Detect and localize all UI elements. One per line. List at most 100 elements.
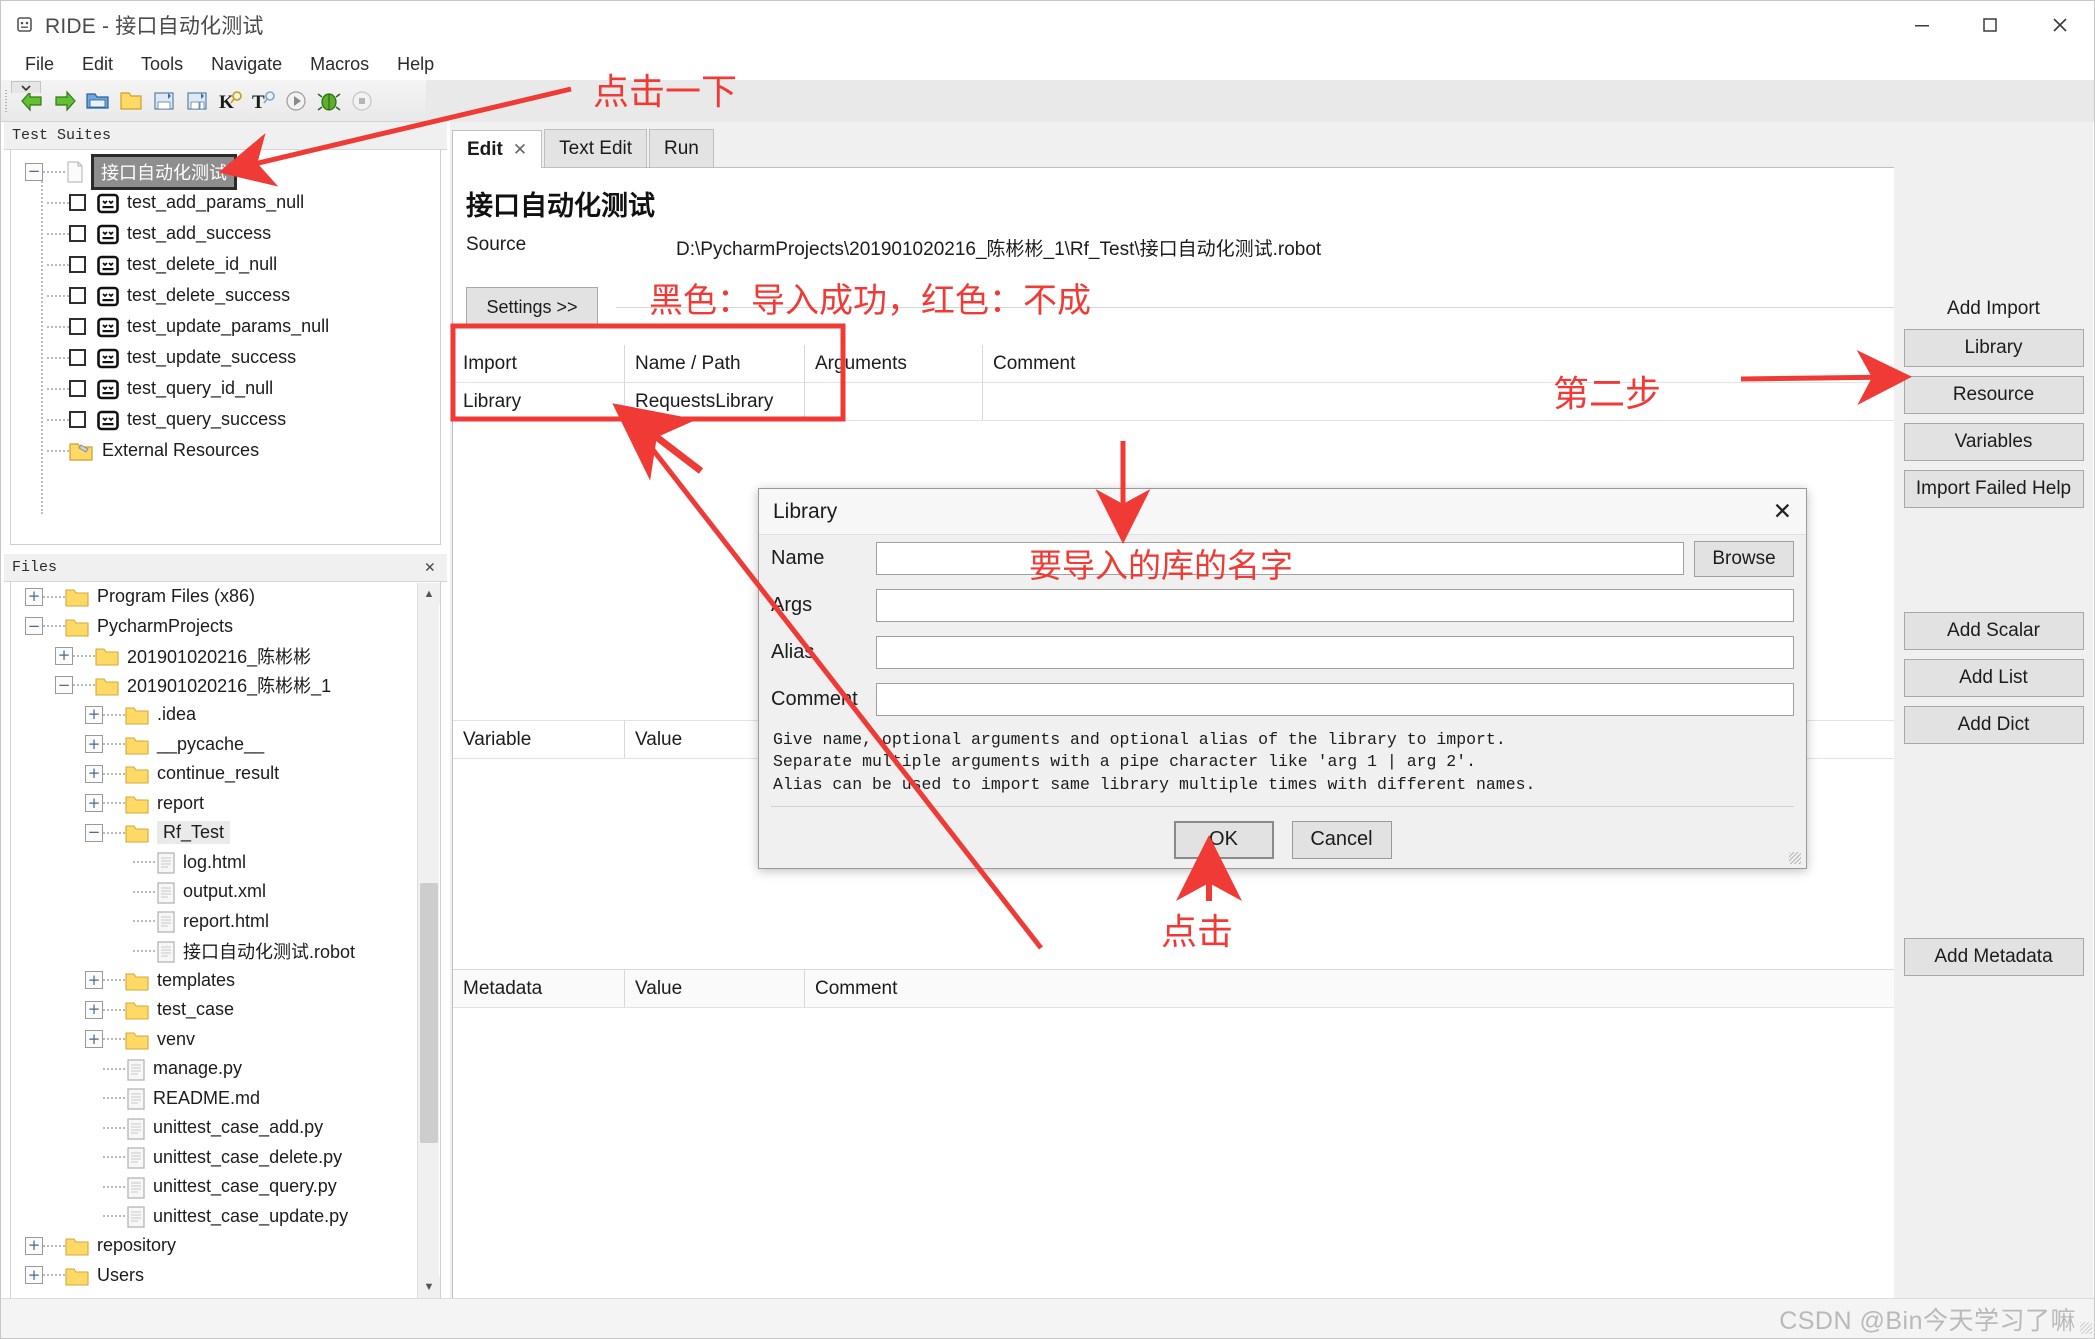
expand-toggle-icon[interactable]: + — [85, 1030, 103, 1049]
file-tree-folder-row[interactable]: + continue_result — [11, 759, 440, 789]
files-panel-close-icon[interactable]: ✕ — [421, 557, 439, 578]
tab-run[interactable]: Run — [649, 129, 714, 167]
cell-import-comment[interactable] — [983, 383, 1283, 420]
file-tree-file-row[interactable]: output.xml — [11, 877, 440, 907]
save-all-icon[interactable] — [180, 82, 213, 120]
tree-item-test-case[interactable]: test_add_params_null — [11, 187, 440, 218]
file-tree-folder-row[interactable]: + repository — [11, 1231, 440, 1261]
tree-item-root-suite[interactable]: − 接口自动化测试 — [11, 153, 440, 190]
file-tree-label[interactable]: .idea — [157, 704, 196, 725]
file-tree-folder-row[interactable]: + report — [11, 789, 440, 819]
tree-item-test-case[interactable]: test_delete_id_null — [11, 249, 440, 280]
stop-icon[interactable] — [345, 82, 378, 120]
file-tree-file-row[interactable]: unittest_case_delete.py — [11, 1143, 440, 1173]
test-case-checkbox[interactable] — [69, 411, 86, 428]
add-list-button[interactable]: Add List — [1903, 659, 2084, 697]
test-case-label[interactable]: test_query_success — [127, 409, 286, 430]
library-args-input[interactable] — [876, 589, 1794, 622]
test-case-label[interactable]: test_add_params_null — [127, 192, 304, 213]
file-tree-label[interactable]: unittest_case_update.py — [153, 1206, 348, 1227]
dialog-resize-grip[interactable] — [1789, 852, 1801, 864]
test-case-checkbox[interactable] — [69, 287, 86, 304]
tree-item-external-resources[interactable]: External Resources — [11, 435, 440, 466]
table-row[interactable]: Library RequestsLibrary — [453, 383, 2091, 421]
file-tree-file-row[interactable]: log.html — [11, 848, 440, 878]
file-tree-label[interactable]: log.html — [183, 852, 246, 873]
file-tree-folder-row[interactable]: + Program Files (x86) — [11, 582, 440, 612]
file-tree-label[interactable]: unittest_case_add.py — [153, 1117, 323, 1138]
toolbar-dropdown-handle[interactable] — [11, 81, 41, 93]
menu-macros[interactable]: Macros — [296, 52, 383, 77]
file-tree-label[interactable]: test_case — [157, 999, 234, 1020]
cell-import-type[interactable]: Library — [453, 383, 625, 420]
cell-import-arguments[interactable] — [805, 383, 983, 420]
test-case-label[interactable]: test_update_params_null — [127, 316, 329, 337]
file-tree-file-row[interactable]: report.html — [11, 907, 440, 937]
file-tree-file-row[interactable]: unittest_case_update.py — [11, 1202, 440, 1232]
scrollbar-thumb[interactable] — [420, 883, 438, 1143]
add-dict-button[interactable]: Add Dict — [1903, 706, 2084, 744]
expand-toggle-icon[interactable]: + — [25, 1236, 43, 1255]
file-tree-label[interactable]: README.md — [153, 1088, 260, 1109]
file-tree-file-row[interactable]: unittest_case_query.py — [11, 1172, 440, 1202]
file-tree-label[interactable]: PycharmProjects — [97, 616, 233, 637]
test-case-label[interactable]: test_delete_success — [127, 285, 290, 306]
library-alias-input[interactable] — [876, 636, 1794, 669]
settings-button[interactable]: Settings >> — [466, 287, 598, 327]
test-case-label[interactable]: test_query_id_null — [127, 378, 273, 399]
search-keyword-icon[interactable]: K — [213, 82, 246, 120]
browse-button[interactable]: Browse — [1694, 540, 1794, 577]
add-scalar-button[interactable]: Add Scalar — [1903, 612, 2084, 650]
test-case-checkbox[interactable] — [69, 349, 86, 366]
expand-toggle-icon[interactable]: + — [85, 794, 103, 813]
menu-edit[interactable]: Edit — [68, 52, 127, 77]
file-tree-folder-row[interactable]: − Rf_Test — [11, 818, 440, 848]
tab-close-icon[interactable]: ✕ — [513, 140, 527, 160]
file-tree-label[interactable]: Program Files (x86) — [97, 586, 255, 607]
file-tree-folder-row[interactable]: + venv — [11, 1025, 440, 1055]
file-tree-label[interactable]: manage.py — [153, 1058, 242, 1079]
collapse-toggle-icon[interactable]: − — [85, 823, 103, 842]
tab-edit[interactable]: Edit ✕ — [452, 130, 543, 168]
file-tree-file-row[interactable]: README.md — [11, 1084, 440, 1114]
file-tree-folder-row[interactable]: + templates — [11, 966, 440, 996]
cancel-button[interactable]: Cancel — [1291, 820, 1392, 859]
run-icon[interactable] — [279, 82, 312, 120]
files-tree[interactable]: + Program Files (x86) − PycharmProjects +201… — [10, 582, 441, 1300]
maximize-icon[interactable] — [1956, 1, 2024, 48]
menu-help[interactable]: Help — [383, 52, 448, 77]
file-tree-label[interactable]: __pycache__ — [157, 734, 264, 755]
file-tree-folder-row[interactable]: + __pycache__ — [11, 730, 440, 760]
metadata-grid-empty-space[interactable] — [453, 1008, 2091, 1301]
file-tree-folder-row[interactable]: + test_case — [11, 995, 440, 1025]
test-case-label[interactable]: test_delete_id_null — [127, 254, 277, 275]
file-tree-label[interactable]: Users — [97, 1265, 144, 1286]
menu-file[interactable]: File — [11, 52, 68, 77]
expand-toggle-icon[interactable]: + — [85, 735, 103, 754]
new-folder-icon[interactable] — [114, 82, 147, 120]
tree-item-test-case[interactable]: test_query_id_null — [11, 373, 440, 404]
file-tree-label[interactable]: 201901020216_陈彬彬_1 — [127, 672, 331, 698]
file-tree-label[interactable]: output.xml — [183, 881, 266, 902]
test-case-checkbox[interactable] — [69, 380, 86, 397]
collapse-toggle-icon[interactable]: − — [25, 162, 43, 181]
library-comment-input[interactable] — [876, 683, 1794, 716]
add-variables-button[interactable]: Variables — [1903, 423, 2084, 461]
scroll-down-icon[interactable]: ▼ — [418, 1276, 440, 1298]
test-case-checkbox[interactable] — [69, 194, 86, 211]
add-metadata-button[interactable]: Add Metadata — [1903, 938, 2084, 976]
file-tree-label[interactable]: 201901020216_陈彬彬 — [127, 643, 311, 669]
file-tree-file-row[interactable]: unittest_case_add.py — [11, 1113, 440, 1143]
file-tree-label[interactable]: unittest_case_delete.py — [153, 1147, 342, 1168]
file-tree-folder-row[interactable]: − PycharmProjects — [11, 612, 440, 642]
file-tree-label[interactable]: report.html — [183, 911, 269, 932]
file-tree-label[interactable]: Rf_Test — [157, 821, 231, 845]
scroll-up-icon[interactable]: ▲ — [418, 583, 440, 605]
test-case-label[interactable]: test_add_success — [127, 223, 271, 244]
file-tree-label[interactable]: 接口自动化测试.robot — [183, 938, 355, 964]
tree-item-test-case[interactable]: test_add_success — [11, 218, 440, 249]
add-resource-button[interactable]: Resource — [1903, 376, 2084, 414]
file-tree-folder-row[interactable]: +201901020216_陈彬彬 — [11, 641, 440, 671]
file-tree-label[interactable]: continue_result — [157, 763, 279, 784]
forward-arrow-icon[interactable] — [48, 82, 81, 120]
